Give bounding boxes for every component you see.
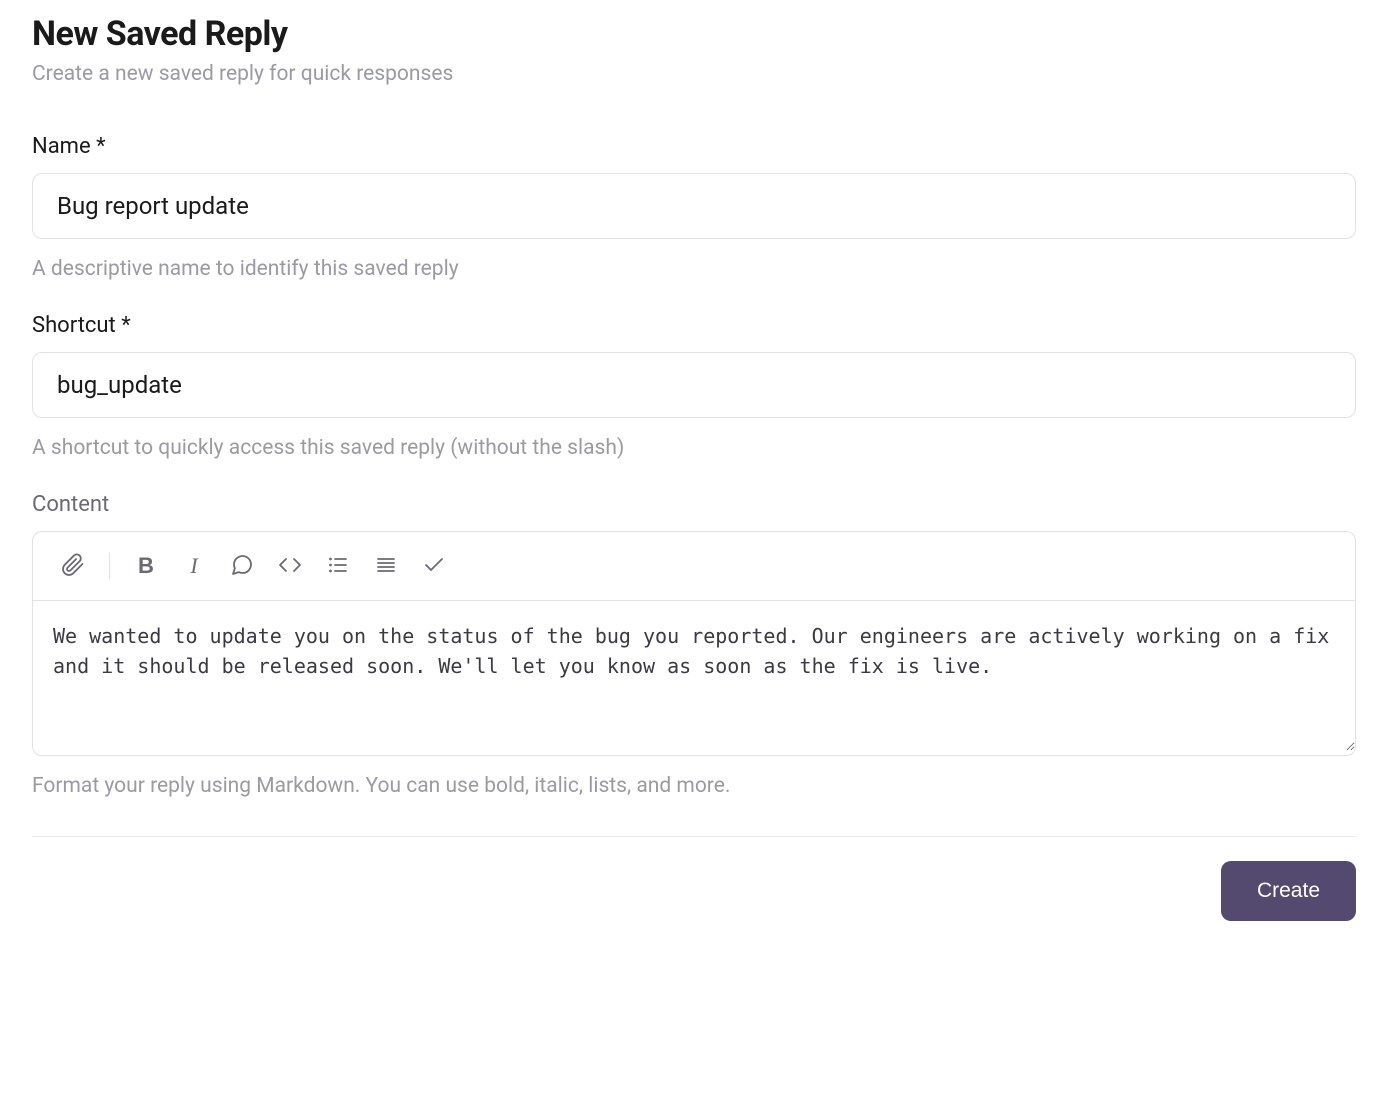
- align-button[interactable]: [366, 546, 406, 586]
- bullet-list-button[interactable]: [318, 546, 358, 586]
- content-form-group: Content B I: [32, 492, 1356, 798]
- code-icon: [278, 553, 302, 580]
- speech-bubble-icon: [230, 553, 254, 580]
- name-form-group: Name * A descriptive name to identify th…: [32, 134, 1356, 281]
- content-label: Content: [32, 492, 1356, 517]
- quote-button[interactable]: [222, 546, 262, 586]
- content-help-text: Format your reply using Markdown. You ca…: [32, 774, 1356, 798]
- checkmark-icon: [422, 553, 446, 580]
- name-label: Name *: [32, 134, 1356, 159]
- content-textarea[interactable]: We wanted to update you on the status of…: [33, 601, 1355, 751]
- editor-container: B I: [32, 531, 1356, 756]
- align-justify-icon: [374, 553, 398, 580]
- italic-icon: I: [190, 553, 197, 579]
- code-button[interactable]: [270, 546, 310, 586]
- italic-button[interactable]: I: [174, 546, 214, 586]
- button-row: Create: [32, 861, 1356, 921]
- attachment-button[interactable]: [53, 546, 93, 586]
- bold-icon: B: [138, 553, 154, 579]
- name-input[interactable]: [32, 173, 1356, 239]
- shortcut-help-text: A shortcut to quickly access this saved …: [32, 436, 1356, 460]
- bullet-list-icon: [326, 553, 350, 580]
- page-title: New Saved Reply: [32, 14, 1356, 54]
- name-help-text: A descriptive name to identify this save…: [32, 257, 1356, 281]
- shortcut-form-group: Shortcut * A shortcut to quickly access …: [32, 313, 1356, 460]
- create-button[interactable]: Create: [1221, 861, 1356, 921]
- bold-button[interactable]: B: [126, 546, 166, 586]
- shortcut-input[interactable]: [32, 352, 1356, 418]
- shortcut-label: Shortcut *: [32, 313, 1356, 338]
- toolbar-divider: [109, 553, 110, 579]
- footer-divider: [32, 836, 1356, 837]
- editor-toolbar: B I: [33, 532, 1355, 601]
- paperclip-icon: [61, 553, 85, 580]
- checkmark-button[interactable]: [414, 546, 454, 586]
- page-subtitle: Create a new saved reply for quick respo…: [32, 62, 1356, 86]
